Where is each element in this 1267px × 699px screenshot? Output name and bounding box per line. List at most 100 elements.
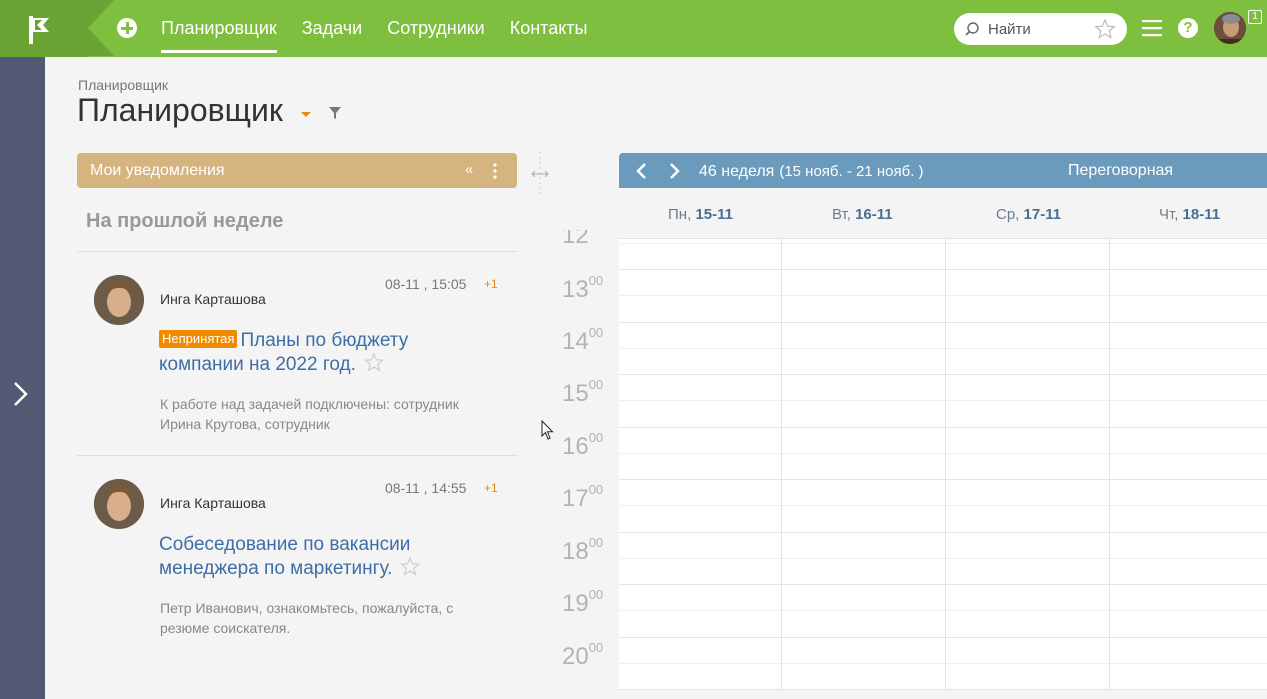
person-photo-icon (94, 479, 144, 529)
day-name: Чт, (1159, 206, 1179, 223)
filter-icon[interactable] (329, 107, 341, 119)
more-vertical-icon[interactable] (493, 163, 497, 179)
grid-line (619, 295, 1267, 296)
day-name: Ср, (996, 206, 1020, 223)
notification-count[interactable]: +1 (484, 481, 498, 495)
hour-label: 1700 (562, 482, 604, 512)
main-nav: Планировщик Задачи Сотрудники Контакты (161, 0, 612, 57)
section-last-week: На прошлой неделе (86, 210, 284, 232)
star-icon[interactable] (1094, 19, 1116, 39)
day-header[interactable]: Чт, 18-11 (1159, 188, 1220, 242)
hour-label: 12 (562, 222, 589, 249)
grid-line (619, 243, 1267, 244)
notification-description: К работе над задачей подключены: сотрудн… (160, 396, 459, 432)
notification-item[interactable]: Инга Карташова 08-11 , 14:55 +1 Собеседо… (77, 456, 518, 656)
status-badge: Непринятая (159, 330, 238, 348)
search-box[interactable] (954, 13, 1127, 45)
room-name[interactable]: Переговорная (1068, 153, 1173, 188)
mouse-cursor-icon (541, 420, 554, 440)
scheduler-grid[interactable] (619, 239, 1267, 690)
nav-employees[interactable]: Сотрудники (387, 0, 485, 57)
week-range: (15 нояб. - 21 нояб. ) (779, 163, 924, 180)
day-header[interactable]: Вт, 16-11 (832, 188, 893, 242)
page-title: Планировщик (77, 92, 283, 128)
star-icon[interactable] (363, 353, 384, 372)
task-title[interactable]: Собеседование по вакансии менеджера по м… (159, 534, 410, 579)
person-photo-icon (94, 275, 144, 325)
grid-line (619, 558, 1267, 559)
notifications-header: Мои уведомления « (77, 153, 517, 188)
collapse-left-icon[interactable]: « (465, 161, 473, 178)
author-name[interactable]: Инга Карташова (160, 495, 266, 511)
notification-description: Петр Иванович, ознакомьтесь, пожалуйста,… (160, 600, 454, 636)
grid-line (619, 505, 1267, 506)
notification-badge: 1 (1248, 10, 1262, 24)
day-date: 18-11 (1182, 206, 1221, 223)
day-header[interactable]: Пн, 15-11 (668, 188, 733, 242)
scheduler-header: 46 неделя (15 нояб. - 21 нояб. ) Перегово… (619, 153, 1267, 188)
search-input[interactable] (988, 19, 1088, 39)
notification-time: 08-11 , 14:55 (385, 480, 467, 496)
hour-label: 1600 (562, 430, 604, 460)
chevron-right-icon[interactable] (669, 162, 681, 180)
week-label[interactable]: 46 неделя (15 нояб. - 21 нояб. ) (699, 153, 924, 190)
grid-line (619, 689, 1267, 690)
day-name: Пн, (668, 206, 692, 223)
grid-line (619, 637, 1267, 638)
grid-line (619, 453, 1267, 454)
nav-tasks[interactable]: Задачи (302, 0, 362, 57)
avatar (94, 275, 144, 325)
grid-line (619, 610, 1267, 611)
notifications-title: Мои уведомления (90, 162, 225, 179)
grid-column-line (945, 239, 946, 690)
grid-line (619, 479, 1267, 480)
notification-count[interactable]: +1 (484, 277, 498, 291)
grid-line (619, 400, 1267, 401)
grid-column-line (781, 239, 782, 690)
hour-label: 1300 (562, 273, 604, 303)
grid-line (619, 584, 1267, 585)
notification-item[interactable]: Инга Карташова 08-11 , 15:05 +1 Непринят… (77, 252, 518, 455)
chevron-right-icon (14, 382, 28, 406)
nav-planner[interactable]: Планировщик (161, 0, 277, 57)
grid-column-line (1109, 239, 1110, 690)
hour-label: 1500 (562, 377, 604, 407)
user-photo-icon (1214, 12, 1246, 44)
day-header-row: Пн, 15-11 Вт, 16-11 Ср, 17-11 Чт, 18-11 (619, 188, 1267, 239)
breadcrumb[interactable]: Планировщик (78, 77, 168, 93)
chevron-left-icon[interactable] (635, 162, 647, 180)
notification-title-link[interactable]: Собеседование по вакансии менеджера по м… (159, 533, 459, 581)
day-date: 15-11 (695, 206, 733, 223)
flag-logo-icon (29, 16, 49, 44)
star-icon[interactable] (400, 557, 421, 576)
logo[interactable] (0, 0, 88, 57)
top-bar: Планировщик Задачи Сотрудники Контакты ?… (0, 0, 1267, 57)
nav-contacts[interactable]: Контакты (510, 0, 588, 57)
hour-label: 1800 (562, 535, 604, 565)
hour-label: 1400 (562, 325, 604, 355)
resize-handle-icon[interactable] (530, 152, 550, 196)
author-name[interactable]: Инга Карташова (160, 291, 266, 307)
hour-label: 1900 (562, 587, 604, 617)
grid-line (619, 663, 1267, 664)
user-avatar[interactable] (1214, 12, 1246, 44)
add-button[interactable] (117, 18, 137, 38)
search-icon (965, 22, 979, 36)
day-header[interactable]: Ср, 17-11 (996, 188, 1061, 242)
sidebar-toggle-strip[interactable] (0, 57, 45, 699)
day-date: 17-11 (1023, 206, 1062, 223)
grid-line (619, 374, 1267, 375)
menu-icon[interactable] (1142, 19, 1162, 37)
avatar (94, 479, 144, 529)
notification-time: 08-11 , 15:05 (385, 276, 467, 292)
help-icon[interactable]: ? (1178, 18, 1198, 38)
caret-down-icon[interactable] (301, 112, 311, 117)
notification-title-link[interactable]: Непринятая Планы по бюджету компании на 2… (159, 329, 459, 377)
day-date: 16-11 (855, 206, 893, 223)
grid-line (619, 348, 1267, 349)
week-number: 46 неделя (699, 163, 775, 180)
hour-label: 2000 (562, 640, 604, 670)
day-name: Вт, (832, 206, 851, 223)
grid-line (619, 427, 1267, 428)
grid-line (619, 532, 1267, 533)
